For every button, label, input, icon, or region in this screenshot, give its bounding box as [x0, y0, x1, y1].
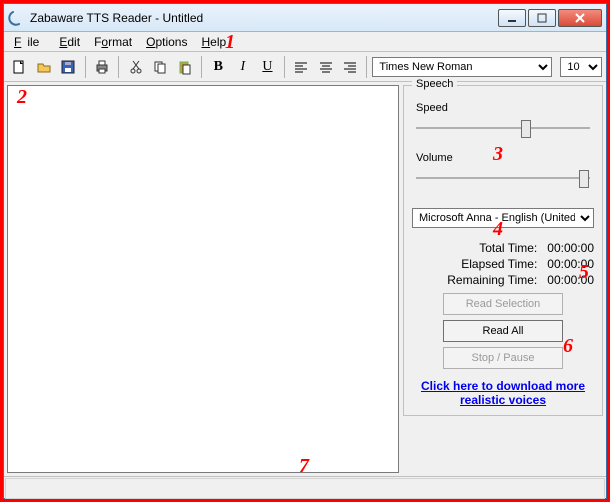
copy-button[interactable]: [149, 55, 172, 79]
separator: [118, 56, 119, 78]
volume-slider[interactable]: [412, 168, 594, 188]
menu-file[interactable]: File: [8, 33, 51, 51]
minimize-button[interactable]: [498, 9, 526, 27]
statusbar: [4, 476, 606, 498]
stop-pause-button[interactable]: Stop / Pause: [443, 347, 563, 369]
window-title: Zabaware TTS Reader - Untitled: [30, 11, 498, 25]
align-center-button[interactable]: [314, 55, 337, 79]
maximize-button[interactable]: [528, 9, 556, 27]
elapsed-time-label: Elapsed Time:: [461, 257, 537, 271]
speech-group: Speech Speed Volume Microsoft Anna - Eng…: [403, 85, 603, 416]
save-button[interactable]: [57, 55, 80, 79]
total-time-value: 00:00:00: [547, 241, 594, 255]
menu-options[interactable]: Options: [140, 33, 193, 51]
separator: [201, 56, 202, 78]
app-icon: [8, 10, 24, 26]
align-left-button[interactable]: [290, 55, 313, 79]
remaining-time-value: 00:00:00: [547, 273, 594, 287]
paste-button[interactable]: [173, 55, 196, 79]
remaining-time-label: Remaining Time:: [447, 273, 537, 287]
app-window: Zabaware TTS Reader - Untitled File Edit…: [3, 3, 607, 499]
menu-edit[interactable]: Edit: [53, 33, 86, 51]
new-button[interactable]: [8, 55, 31, 79]
total-time-label: Total Time:: [479, 241, 537, 255]
separator: [284, 56, 285, 78]
font-size-select[interactable]: 10: [560, 57, 602, 77]
underline-button[interactable]: U: [256, 55, 279, 79]
time-readouts: Total Time: 00:00:00 Elapsed Time: 00:00:0…: [412, 240, 594, 288]
print-button[interactable]: [91, 55, 114, 79]
cut-button[interactable]: [124, 55, 147, 79]
read-all-button[interactable]: Read All: [443, 320, 563, 342]
speed-label: Speed: [412, 102, 594, 114]
menubar: File Edit Format Options Help: [4, 32, 606, 52]
font-select[interactable]: Times New Roman: [372, 57, 552, 77]
volume-label: Volume: [412, 152, 594, 164]
titlebar: Zabaware TTS Reader - Untitled: [4, 4, 606, 32]
italic-button[interactable]: I: [232, 55, 255, 79]
menu-format[interactable]: Format: [88, 33, 138, 51]
elapsed-time-value: 00:00:00: [547, 257, 594, 271]
read-selection-button[interactable]: Read Selection: [443, 293, 563, 315]
speech-legend: Speech: [412, 78, 457, 90]
open-button[interactable]: [33, 55, 56, 79]
menu-help[interactable]: Help: [195, 33, 232, 51]
align-right-button[interactable]: [339, 55, 362, 79]
toolbar: B I U Times New Roman 10: [4, 52, 606, 82]
voice-select[interactable]: Microsoft Anna - English (United S: [412, 208, 594, 228]
close-button[interactable]: [558, 9, 602, 27]
speed-slider[interactable]: [412, 118, 594, 138]
separator: [366, 56, 367, 78]
bold-button[interactable]: B: [207, 55, 230, 79]
text-editor[interactable]: [7, 85, 399, 473]
separator: [85, 56, 86, 78]
download-voices-link[interactable]: Click here to download more realistic vo…: [412, 379, 594, 407]
